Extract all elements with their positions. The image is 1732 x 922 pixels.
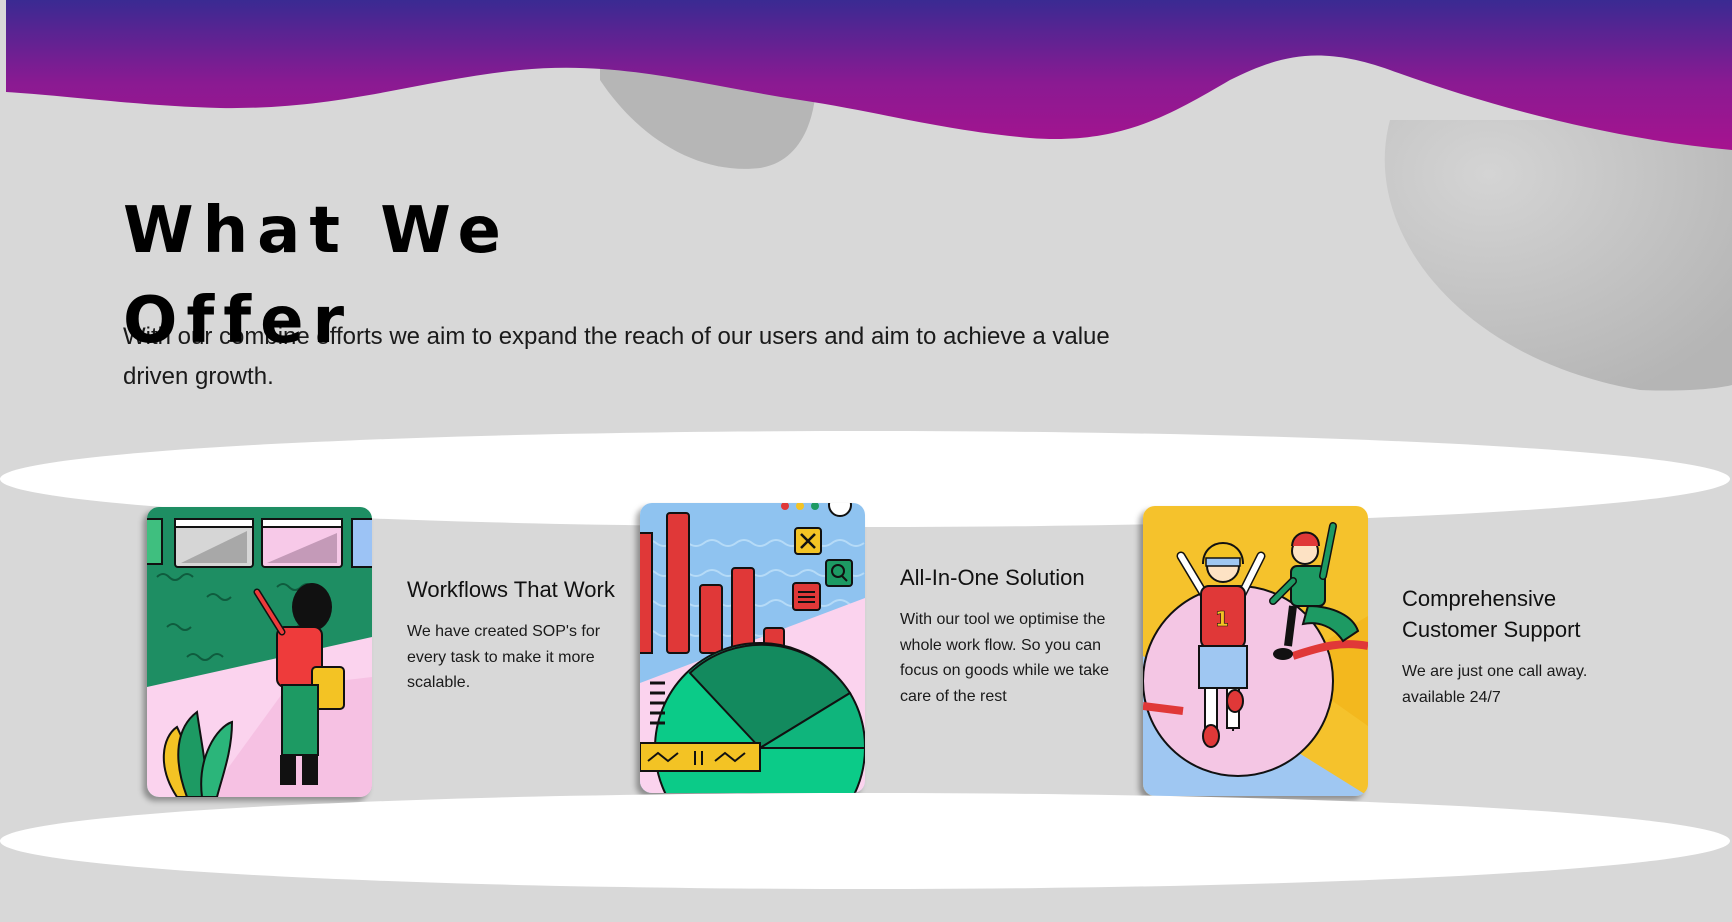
- service-title: All-In-One Solution: [900, 565, 1085, 590]
- service-card-all-in-one: All-In-One Solution With our tool we opt…: [900, 562, 1115, 709]
- svg-text:1: 1: [1215, 607, 1229, 631]
- decorative-ellipse-bottom: [0, 793, 1730, 889]
- service-description: We have created SOP's for every task to …: [407, 623, 601, 691]
- service-description: With our tool we optimise the whole work…: [900, 611, 1110, 705]
- service-card-workflows: Workflows That Work We have created SOP'…: [407, 574, 622, 696]
- service-card-support: Comprehensive Customer Support We are ju…: [1402, 583, 1617, 710]
- page-title: What We Offer: [123, 194, 510, 358]
- service-title: Comprehensive Customer Support: [1402, 586, 1581, 642]
- grey-blob-right: [1384, 120, 1732, 391]
- what-we-offer-page: What We Offer With our combine efforts w…: [0, 0, 1732, 922]
- analytics-illustration: [640, 503, 865, 793]
- support-illustration: 1: [1143, 506, 1368, 796]
- service-description: We are just one call away. available 24/…: [1402, 663, 1588, 706]
- workflow-illustration: [147, 507, 372, 797]
- service-title: Workflows That Work: [407, 577, 615, 602]
